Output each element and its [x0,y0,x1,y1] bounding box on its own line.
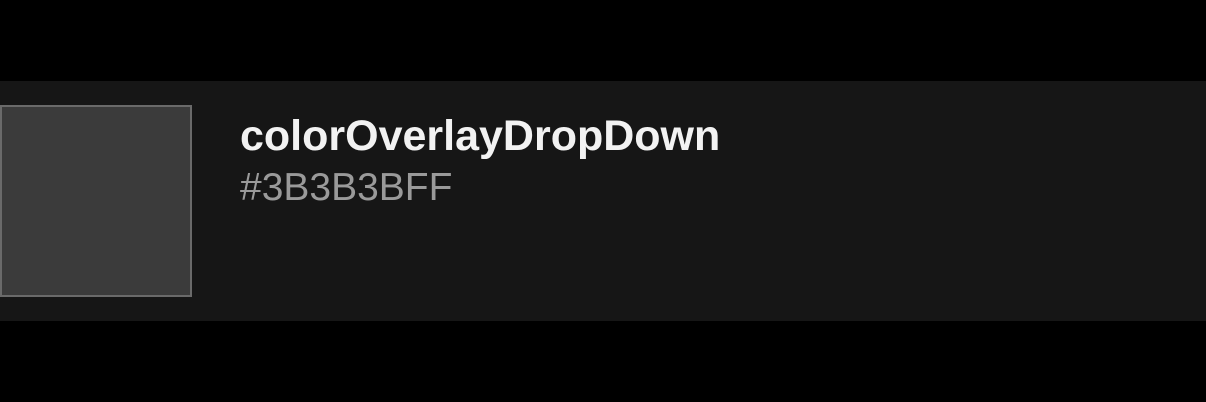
color-swatch [0,105,192,297]
color-name-label: colorOverlayDropDown [240,112,721,160]
color-hex-value: #3B3B3BFF [240,166,453,209]
color-list-row[interactable]: colorOverlayDropDown #3B3B3BFF [0,81,1206,321]
